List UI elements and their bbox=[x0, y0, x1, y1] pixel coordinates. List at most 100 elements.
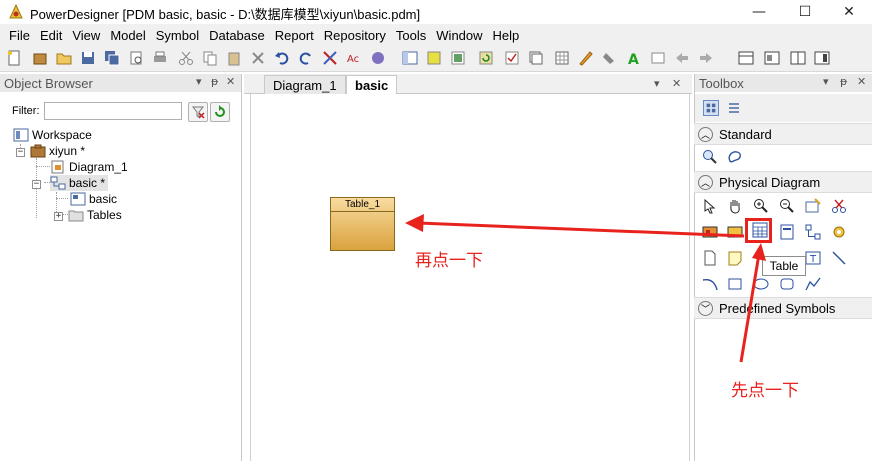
table-entity[interactable]: Table_1 bbox=[330, 197, 395, 251]
pin-button[interactable]: ᵽ bbox=[211, 75, 218, 88]
layout-icon[interactable] bbox=[764, 50, 780, 66]
spell-check-icon[interactable]: Ac bbox=[346, 50, 362, 66]
hand-icon[interactable] bbox=[727, 198, 743, 214]
package-icon[interactable] bbox=[702, 224, 718, 240]
new-project-icon[interactable] bbox=[32, 50, 48, 66]
menu-database[interactable]: Database bbox=[204, 28, 270, 43]
view-tool-icon[interactable] bbox=[779, 224, 795, 240]
toolbox-menu-button[interactable]: ▾ bbox=[823, 75, 829, 88]
print-icon[interactable] bbox=[152, 50, 168, 66]
reference-icon[interactable] bbox=[805, 224, 821, 240]
zoom-out-icon[interactable] bbox=[779, 198, 795, 214]
find-icon[interactable] bbox=[322, 50, 338, 66]
redo-icon[interactable] bbox=[298, 50, 314, 66]
expand-project-toggle[interactable]: − bbox=[16, 148, 25, 157]
delete-tool-icon[interactable] bbox=[831, 198, 847, 214]
new-icon[interactable] bbox=[6, 50, 22, 66]
delete-icon[interactable] bbox=[250, 50, 266, 66]
toolbox-close-button[interactable]: ✕ bbox=[857, 75, 866, 88]
clear-filter-button[interactable] bbox=[188, 102, 208, 122]
menu-view[interactable]: View bbox=[67, 28, 105, 43]
forward-icon[interactable] bbox=[698, 50, 714, 66]
menu-window[interactable]: Window bbox=[431, 28, 487, 43]
menu-tools[interactable]: Tools bbox=[391, 28, 431, 43]
paste-icon[interactable] bbox=[226, 50, 242, 66]
menu-model[interactable]: Model bbox=[105, 28, 150, 43]
close-button[interactable]: ✕ bbox=[826, 0, 872, 24]
menu-repository[interactable]: Repository bbox=[319, 28, 391, 43]
undo-icon[interactable] bbox=[274, 50, 290, 66]
section-physical-diagram[interactable]: ︿ Physical Diagram bbox=[694, 171, 872, 193]
tab-diagram-1[interactable]: Diagram_1 bbox=[264, 75, 346, 94]
procedure-icon[interactable] bbox=[831, 224, 847, 240]
filter-input[interactable] bbox=[44, 102, 182, 120]
tab-close-button[interactable]: ✕ bbox=[672, 77, 681, 90]
save-icon[interactable] bbox=[80, 50, 96, 66]
expand-model-toggle[interactable]: − bbox=[32, 180, 41, 189]
text-tool-icon[interactable]: T bbox=[805, 250, 821, 266]
menu-help[interactable]: Help bbox=[488, 28, 525, 43]
refresh-icon[interactable] bbox=[478, 50, 494, 66]
pencil-icon[interactable] bbox=[578, 50, 594, 66]
panel-menu-button[interactable]: ▾ bbox=[196, 75, 202, 88]
diagram-canvas[interactable] bbox=[250, 94, 690, 461]
tree-item-model[interactable]: basic * bbox=[50, 175, 109, 191]
tab-menu-button[interactable]: ▾ bbox=[654, 77, 660, 90]
align-icon[interactable] bbox=[650, 50, 666, 66]
note-icon[interactable] bbox=[727, 250, 743, 266]
tree-item-tables[interactable]: Tables bbox=[68, 207, 122, 223]
rectangle-icon[interactable] bbox=[727, 276, 743, 292]
menu-bar: File Edit View Model Symbol Database Rep… bbox=[0, 24, 872, 46]
zoom-in-icon[interactable] bbox=[753, 198, 769, 214]
arc-icon[interactable] bbox=[702, 276, 718, 292]
lasso-icon[interactable] bbox=[727, 149, 743, 165]
copy-icon[interactable] bbox=[202, 50, 218, 66]
print-preview-icon[interactable] bbox=[128, 50, 144, 66]
result-list-icon[interactable] bbox=[450, 50, 466, 66]
file-icon[interactable] bbox=[702, 250, 718, 266]
line-icon[interactable] bbox=[831, 250, 847, 266]
cut-icon[interactable] bbox=[178, 50, 194, 66]
font-icon[interactable]: A bbox=[626, 50, 642, 66]
tree-item-model-diagram[interactable]: basic bbox=[70, 191, 117, 207]
tree-item-workspace[interactable]: Workspace bbox=[13, 127, 92, 143]
section-predefined-symbols[interactable]: ﹀ Predefined Symbols bbox=[694, 297, 872, 319]
large-icons-view-icon[interactable] bbox=[703, 100, 719, 116]
list-view-icon[interactable] bbox=[726, 100, 742, 116]
rounded-rectangle-icon[interactable] bbox=[779, 276, 795, 292]
pointer-icon[interactable] bbox=[702, 198, 718, 214]
tree-item-diagram[interactable]: Diagram_1 bbox=[50, 159, 128, 175]
maximize-button[interactable]: ☐ bbox=[782, 0, 828, 24]
menu-report[interactable]: Report bbox=[270, 28, 319, 43]
zoom-icon[interactable] bbox=[702, 149, 718, 165]
back-icon[interactable] bbox=[674, 50, 690, 66]
menu-file[interactable]: File bbox=[4, 28, 35, 43]
open-icon[interactable] bbox=[56, 50, 72, 66]
polyline-icon[interactable] bbox=[805, 276, 821, 292]
fill-icon[interactable] bbox=[602, 50, 618, 66]
properties-icon[interactable] bbox=[805, 198, 821, 214]
check-model-icon[interactable] bbox=[370, 50, 386, 66]
expand-tables-toggle[interactable]: + bbox=[54, 212, 63, 221]
symbol-icon[interactable] bbox=[528, 50, 544, 66]
area-icon[interactable] bbox=[727, 224, 743, 240]
panel-close-button[interactable]: ✕ bbox=[226, 75, 235, 88]
annotation-click-second: 再点一下 bbox=[415, 251, 483, 271]
table-view-icon[interactable] bbox=[738, 50, 754, 66]
menu-edit[interactable]: Edit bbox=[35, 28, 67, 43]
panel-view-icon[interactable] bbox=[814, 50, 830, 66]
save-all-icon[interactable] bbox=[104, 50, 120, 66]
tab-basic[interactable]: basic bbox=[346, 75, 398, 94]
grid-icon[interactable] bbox=[554, 50, 570, 66]
split-view-icon[interactable] bbox=[790, 50, 806, 66]
menu-symbol[interactable]: Symbol bbox=[151, 28, 204, 43]
refresh-button[interactable] bbox=[210, 102, 230, 122]
check-icon[interactable] bbox=[504, 50, 520, 66]
section-standard[interactable]: ︿ Standard bbox=[694, 123, 872, 145]
toolbox-pin-button[interactable]: ᵽ bbox=[840, 75, 847, 88]
ellipse-icon[interactable] bbox=[753, 276, 769, 292]
output-icon[interactable] bbox=[426, 50, 442, 66]
browser-toggle-icon[interactable] bbox=[402, 50, 418, 66]
minimize-button[interactable]: — bbox=[736, 0, 782, 24]
tree-item-project[interactable]: xiyun * bbox=[30, 143, 85, 159]
